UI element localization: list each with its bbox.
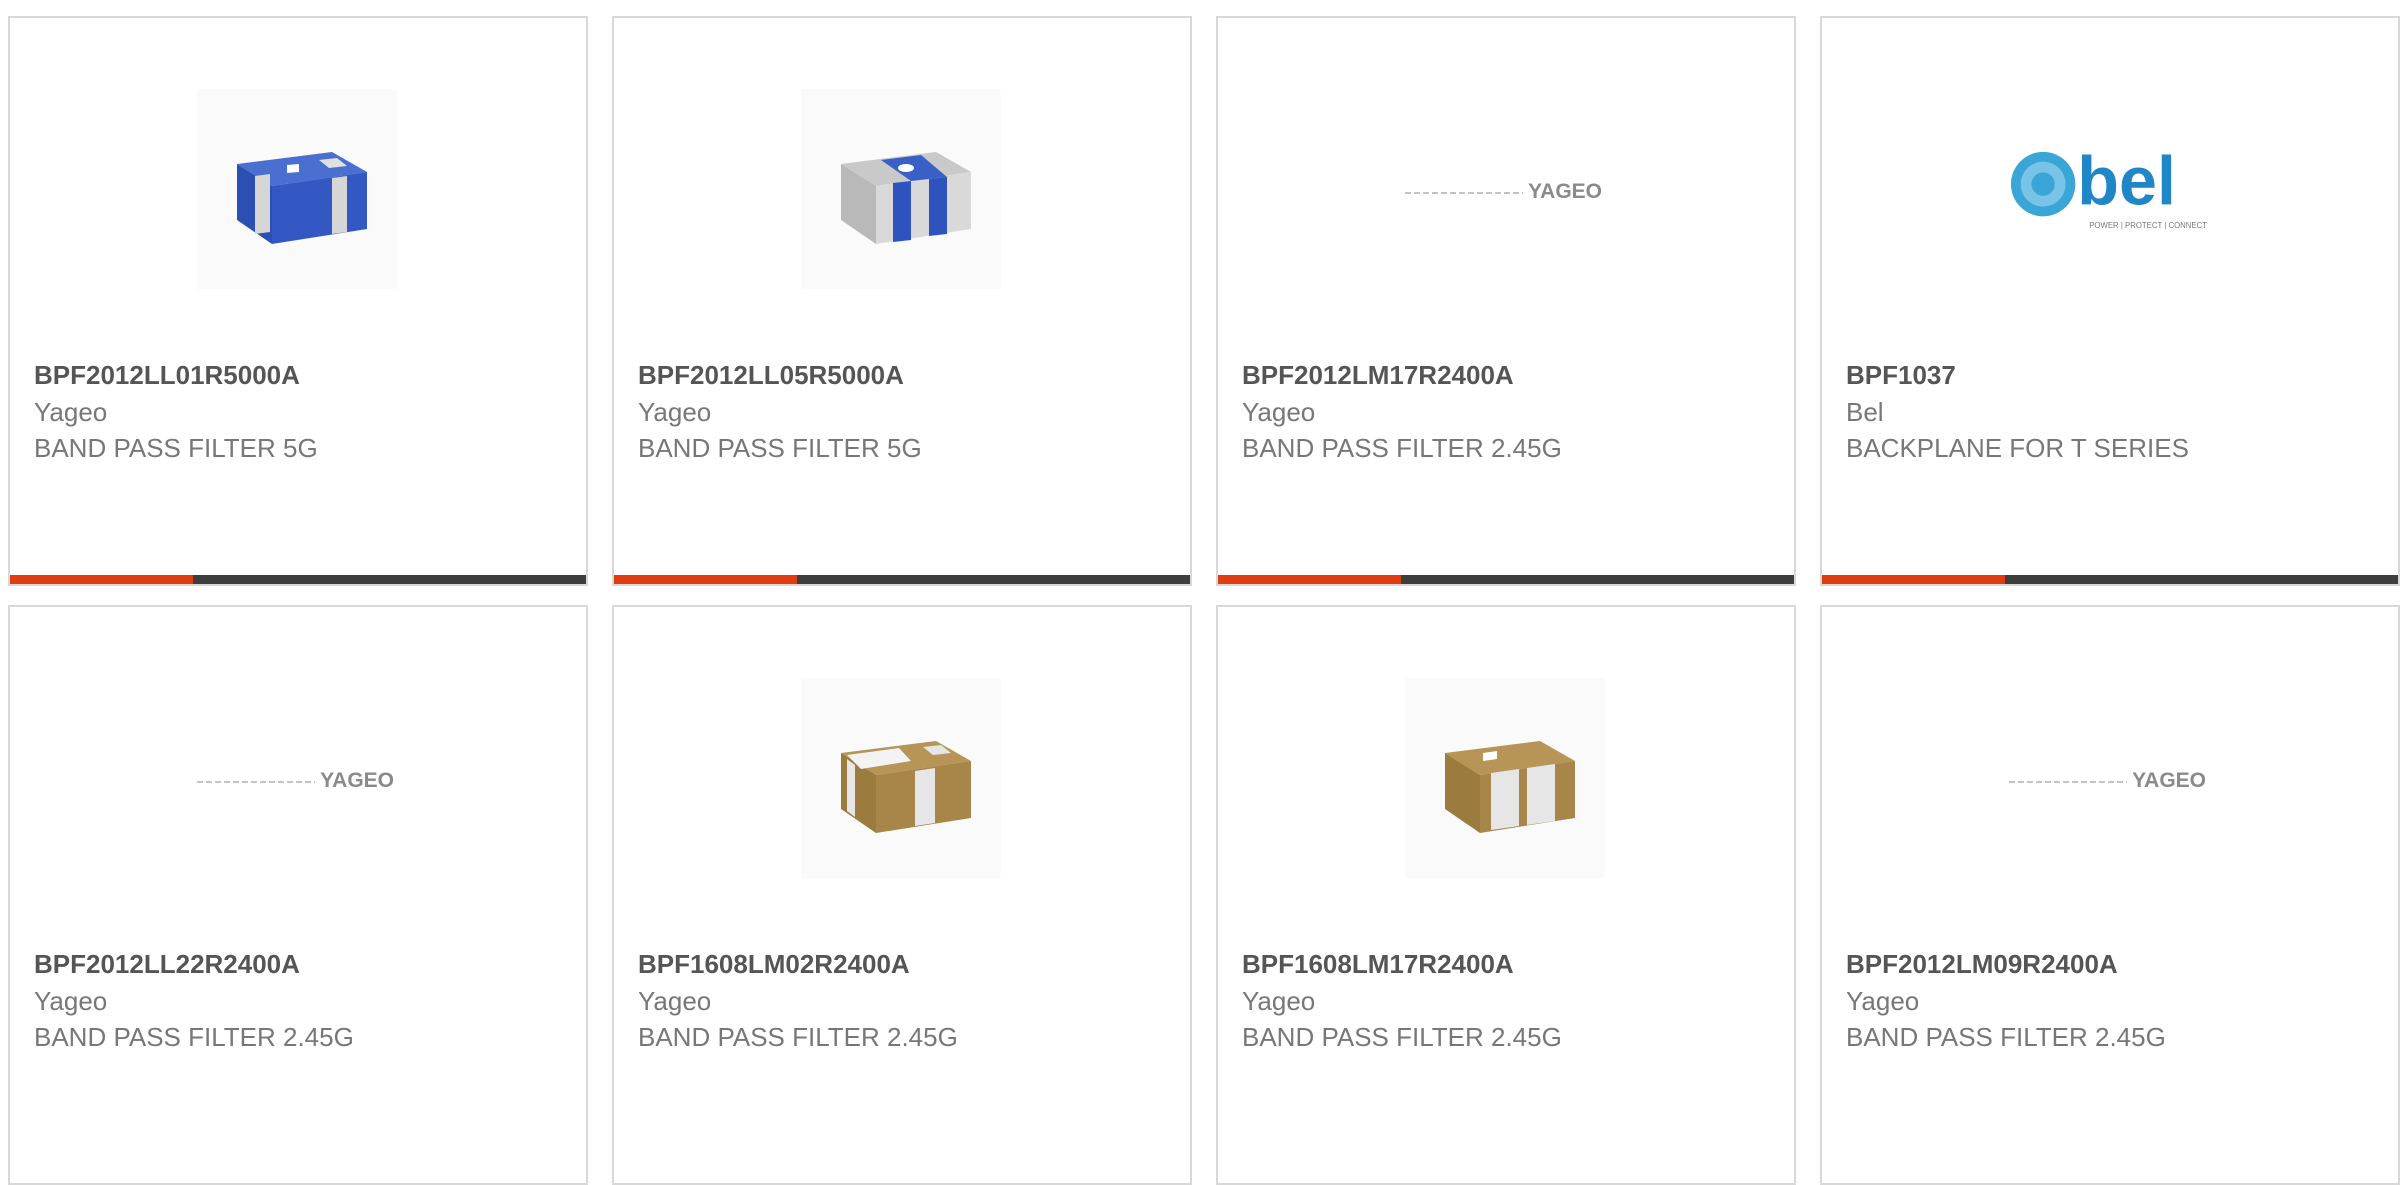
product-description: BAND PASS FILTER 2.45G	[638, 1022, 958, 1052]
product-description: BAND PASS FILTER 5G	[34, 433, 318, 463]
product-card[interactable]: BPF1608LM17R2400A Yageo BAND PASS FILTER…	[1216, 605, 1796, 1185]
progress-fill	[10, 575, 193, 584]
progress-bar	[614, 575, 1190, 584]
part-number[interactable]: BPF2012LL22R2400A	[34, 945, 566, 983]
product-card[interactable]: BPF2012LL01R5000A Yageo BAND PASS FILTER…	[8, 16, 588, 586]
product-image[interactable]	[197, 89, 397, 289]
yageo-logo-icon: YAGEO	[2009, 769, 2206, 792]
product-card[interactable]: BPF1608LM02R2400A Yageo BAND PASS FILTER…	[612, 605, 1192, 1185]
manufacturer-name: Bel	[1846, 397, 1884, 427]
bel-logo-icon: bel POWER | PROTECT | CONNECT	[2010, 144, 2207, 230]
manufacturer-name: Yageo	[1846, 986, 1920, 1016]
manufacturer-name: Yageo	[1242, 986, 1316, 1016]
svg-text:YAGEO: YAGEO	[1528, 180, 1602, 203]
product-description: BAND PASS FILTER 2.45G	[34, 1022, 354, 1052]
product-description: BAND PASS FILTER 5G	[638, 433, 922, 463]
chip-icon	[841, 152, 971, 244]
chip-icon	[1445, 741, 1575, 833]
progress-bar	[1218, 575, 1794, 584]
product-description: BAND PASS FILTER 2.45G	[1242, 433, 1562, 463]
part-number[interactable]: BPF1037	[1846, 356, 2378, 394]
product-card[interactable]: BPF2012LL05R5000A Yageo BAND PASS FILTER…	[612, 16, 1192, 586]
manufacturer-name: Yageo	[638, 986, 712, 1016]
part-number[interactable]: BPF2012LM09R2400A	[1846, 945, 2378, 983]
manufacturer-name: Yageo	[638, 397, 712, 427]
part-number[interactable]: BPF2012LL01R5000A	[34, 356, 566, 394]
chip-icon	[841, 741, 971, 833]
svg-text:bel: bel	[2077, 144, 2176, 220]
product-description: BAND PASS FILTER 2.45G	[1242, 1022, 1562, 1052]
product-description: BACKPLANE FOR T SERIES	[1846, 433, 2189, 463]
product-card[interactable]: YAGEO BPF2012LM09R2400A Yageo BAND PASS …	[1820, 605, 2400, 1185]
manufacturer-name: Yageo	[1242, 397, 1316, 427]
svg-text:YAGEO: YAGEO	[2132, 769, 2206, 792]
manufacturer-logo[interactable]: YAGEO	[1405, 89, 1605, 289]
svg-text:YAGEO: YAGEO	[320, 769, 394, 792]
product-card[interactable]: YAGEO BPF2012LL22R2400A Yageo BAND PASS …	[8, 605, 588, 1185]
part-number[interactable]: BPF2012LM17R2400A	[1242, 356, 1774, 394]
progress-fill	[1822, 575, 2005, 584]
manufacturer-name: Yageo	[34, 397, 108, 427]
progress-bar	[1822, 575, 2398, 584]
manufacturer-logo[interactable]: YAGEO	[2009, 678, 2209, 878]
part-number[interactable]: BPF2012LL05R5000A	[638, 356, 1170, 394]
progress-bar	[10, 575, 586, 584]
part-number[interactable]: BPF1608LM02R2400A	[638, 945, 1170, 983]
product-card[interactable]: YAGEO BPF2012LM17R2400A Yageo BAND PASS …	[1216, 16, 1796, 586]
chip-icon	[237, 152, 367, 244]
manufacturer-logo[interactable]: bel POWER | PROTECT | CONNECT	[2009, 89, 2209, 289]
part-number[interactable]: BPF1608LM17R2400A	[1242, 945, 1774, 983]
product-card[interactable]: bel POWER | PROTECT | CONNECT BPF1037 Be…	[1820, 16, 2400, 586]
product-image[interactable]	[801, 89, 1001, 289]
product-image[interactable]	[801, 678, 1001, 878]
manufacturer-logo[interactable]: YAGEO	[197, 678, 397, 878]
progress-fill	[614, 575, 797, 584]
product-image[interactable]	[1405, 678, 1605, 878]
yageo-logo-icon: YAGEO	[1405, 180, 1602, 203]
yageo-logo-icon: YAGEO	[197, 769, 394, 792]
product-description: BAND PASS FILTER 2.45G	[1846, 1022, 2166, 1052]
svg-text:POWER | PROTECT | CONNECT: POWER | PROTECT | CONNECT	[2089, 221, 2207, 230]
progress-fill	[1218, 575, 1401, 584]
manufacturer-name: Yageo	[34, 986, 108, 1016]
